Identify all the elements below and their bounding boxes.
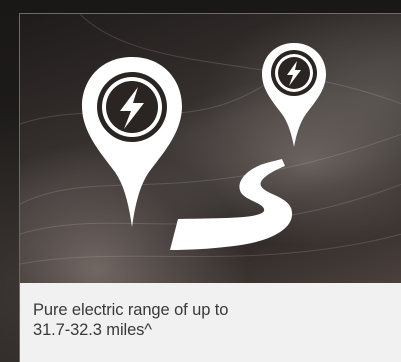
feature-card: Pure electric range of up to 31.7-32.3 m… [19, 13, 401, 362]
page-frame: Pure electric range of up to 31.7-32.3 m… [0, 0, 401, 362]
small-charging-pin-icon [262, 43, 326, 147]
caption-line-1: Pure electric range of up to [33, 301, 229, 319]
feature-caption: Pure electric range of up to 31.7-32.3 m… [33, 300, 333, 340]
road-path-icon [170, 159, 293, 250]
caption-line-2: 31.7-32.3 miles^ [33, 321, 152, 339]
electric-range-route-icon [20, 14, 401, 265]
large-charging-pin-icon [82, 57, 182, 227]
feature-card-image [20, 14, 401, 283]
